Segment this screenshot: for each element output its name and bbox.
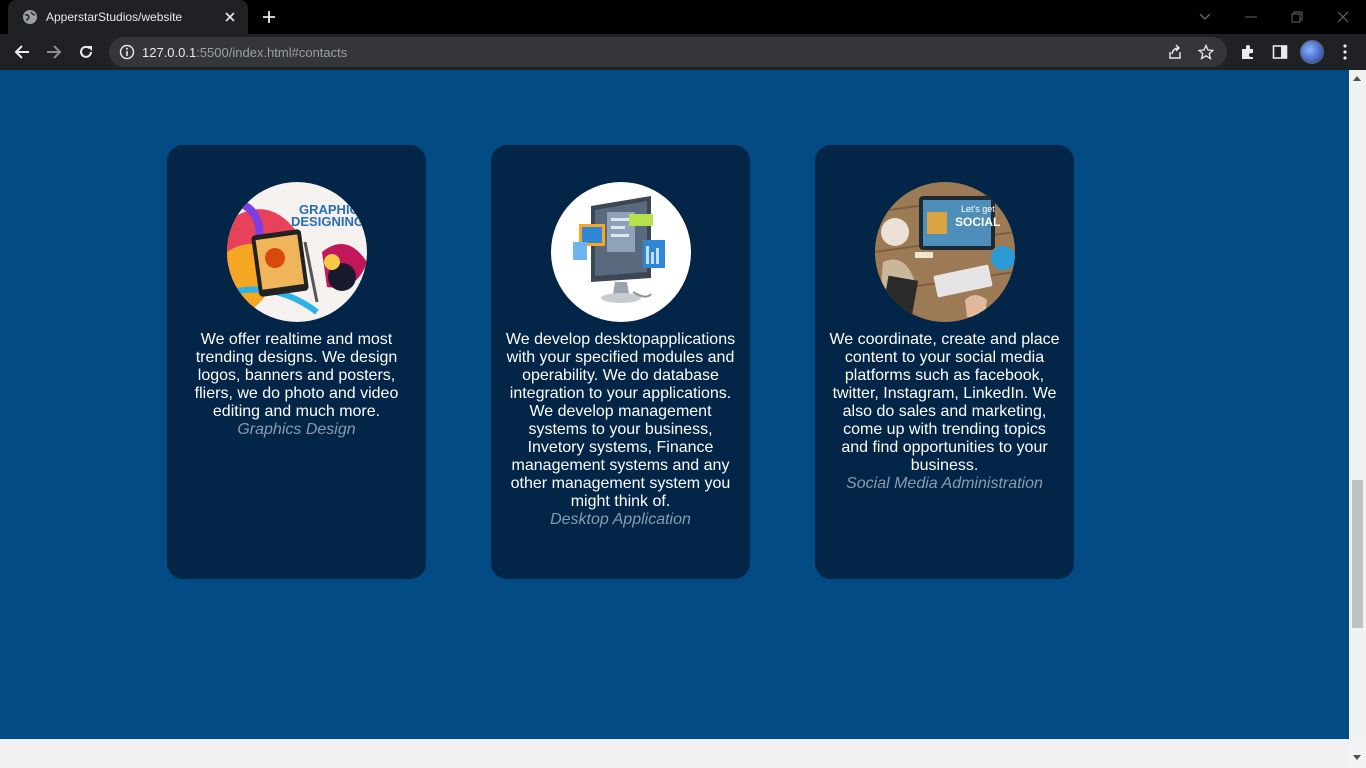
graphics-design-image: GRAPHIC DESIGNING [227,182,367,322]
service-card-desktop: We develop desktopapplications with your… [491,145,750,579]
url-host: 127.0.0.1 [142,45,197,60]
side-panel-icon[interactable] [1270,42,1290,62]
tab-search-icon[interactable] [1182,0,1228,34]
desktop-application-image [551,182,691,322]
desktop-application-caption: Desktop Application [550,511,691,528]
desktop-application-text: We develop desktopapplications with your… [505,331,736,510]
service-card-social: Let's get SOCIAL We coordinate, create a… [815,145,1074,579]
url-path: :5500/index.html#contacts [196,45,348,60]
url-text: 127.0.0.1:5500/index.html#contacts [142,45,347,60]
svg-text:Let's get: Let's get [961,204,995,214]
graphics-design-text: We offer realtime and most trending desi… [194,331,399,420]
browser-toolbar: 127.0.0.1:5500/index.html#contacts [0,34,1366,70]
globe-icon [22,9,38,25]
restore-icon[interactable] [1274,0,1320,34]
close-tab-icon[interactable] [222,9,238,25]
graphics-design-description: We offer realtime and most trending desi… [181,331,412,439]
page-viewport: GRAPHIC DESIGNING We offer realtime and … [0,70,1349,739]
share-icon[interactable] [1166,44,1182,65]
svg-text:SOCIAL: SOCIAL [955,215,1000,229]
browser-titlebar: ApperstarStudios/website [0,0,1366,34]
new-tab-button[interactable] [259,7,279,27]
back-arrow-icon[interactable] [10,40,34,64]
svg-text:DESIGNING: DESIGNING [291,214,364,229]
scrollbar-thumb[interactable] [1352,480,1363,628]
social-media-caption: Social Media Administration [846,475,1043,492]
social-media-image: Let's get SOCIAL [875,182,1015,322]
info-icon[interactable] [119,44,135,60]
close-window-icon[interactable] [1320,0,1366,34]
service-card-graphics: GRAPHIC DESIGNING We offer realtime and … [167,145,426,579]
vertical-scrollbar[interactable] [1349,70,1366,739]
scroll-down-arrow-icon[interactable] [1353,755,1361,760]
forward-arrow-icon[interactable] [42,40,66,64]
horizontal-scrollbar[interactable] [0,739,1349,768]
minimize-icon[interactable] [1228,0,1274,34]
social-media-text: We coordinate, create and place content … [829,331,1060,474]
bookmark-star-icon[interactable] [1197,43,1215,65]
reload-icon[interactable] [74,40,98,64]
profile-avatar[interactable] [1300,40,1324,64]
graphics-design-caption: Graphics Design [237,421,356,438]
scroll-up-arrow-icon[interactable] [1353,76,1361,81]
browser-tab[interactable]: ApperstarStudios/website [8,0,248,34]
desktop-application-description: We develop desktopapplications with your… [505,331,736,529]
menu-kebab-icon[interactable] [1335,42,1355,62]
tab-title: ApperstarStudios/website [46,10,183,24]
social-media-description: We coordinate, create and place content … [829,331,1060,493]
address-bar[interactable]: 127.0.0.1:5500/index.html#contacts [109,37,1227,67]
extensions-puzzle-icon[interactable] [1238,42,1258,62]
